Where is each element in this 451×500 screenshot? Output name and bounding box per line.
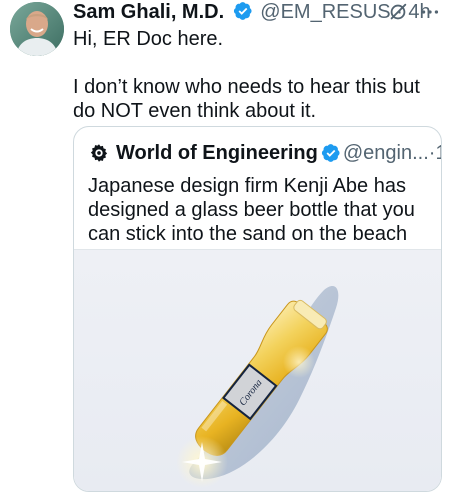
quoted-verified-badge-icon	[321, 144, 340, 162]
quoted-header-separator: ·	[428, 142, 436, 164]
quoted-tweet-bottom-edge	[73, 494, 440, 500]
more-icon[interactable]	[419, 1, 441, 23]
quoted-tweet[interactable]: World of Engineering @engin... · 1d Japa…	[73, 126, 442, 492]
tweet-body-text: Hi, ER Doc here. I don’t know who needs …	[73, 28, 420, 122]
quoted-media-image[interactable]: Corona	[74, 249, 441, 491]
grok-icon[interactable]	[387, 1, 409, 23]
tweet-header: Sam Ghali, M.D. @EM_RESUS · 4h	[73, 0, 441, 26]
quoted-author-name[interactable]: World of Engineering	[116, 141, 318, 165]
quoted-author-handle[interactable]: @engin...	[343, 141, 429, 165]
verified-badge-icon	[233, 2, 252, 20]
avatar-photo-icon	[10, 2, 64, 56]
quoted-tweet-text: Japanese design firm Kenji Abe has desig…	[88, 175, 415, 245]
gear-icon	[90, 144, 108, 162]
beer-bottle-image: Corona	[176, 286, 339, 488]
quoted-timestamp[interactable]: 1d	[435, 141, 441, 165]
author-handle[interactable]: @EM_RESUS	[260, 1, 390, 23]
header-actions	[387, 1, 441, 23]
tweet[interactable]: Sam Ghali, M.D. @EM_RESUS · 4h Hi, ER Do…	[0, 0, 451, 500]
author-avatar[interactable]	[10, 2, 64, 56]
quoted-tweet-header: World of Engineering @engin... · 1d	[88, 140, 441, 166]
author-name[interactable]: Sam Ghali, M.D.	[73, 1, 224, 23]
